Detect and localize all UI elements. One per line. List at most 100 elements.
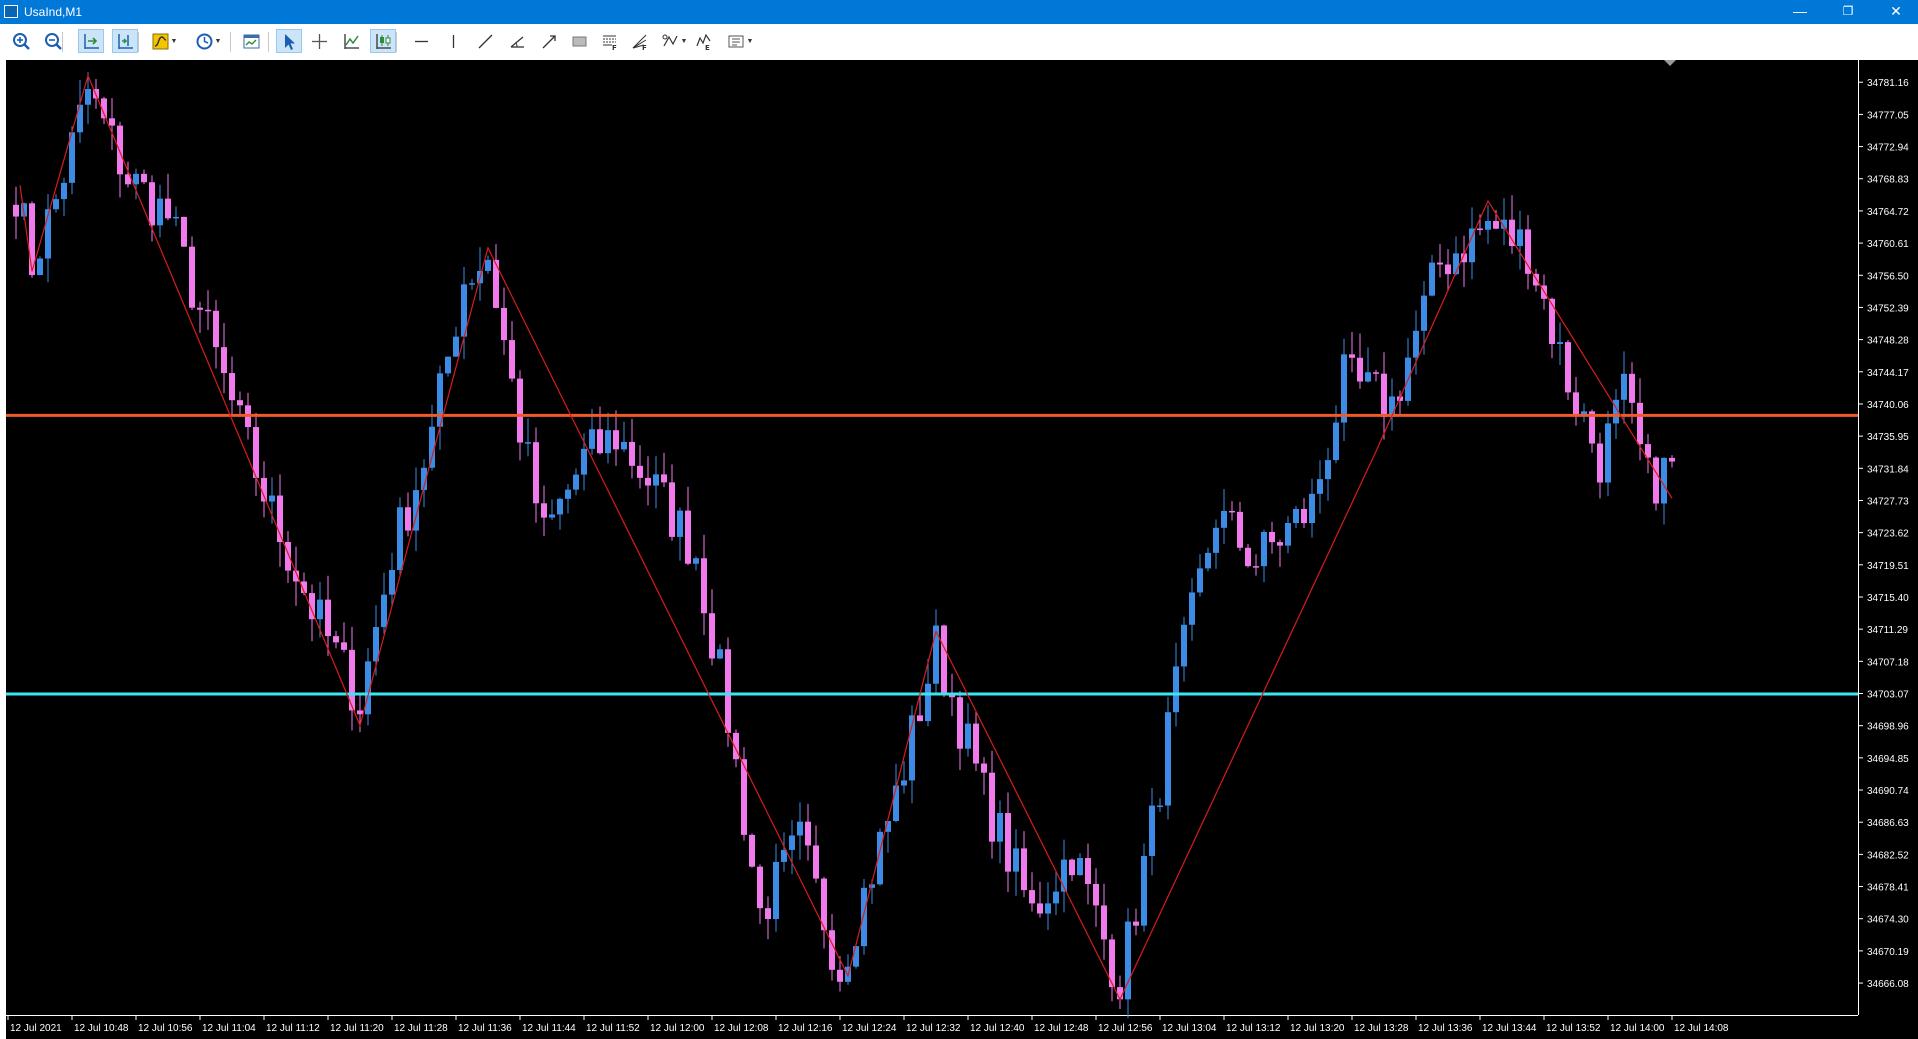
candle-body [221, 347, 227, 374]
objects-list-button[interactable]: ▼ [722, 29, 758, 53]
horizontal-line-icon [414, 40, 428, 42]
trend-line-button[interactable] [472, 29, 498, 53]
candle-body [1037, 903, 1043, 914]
candle-body [389, 569, 395, 595]
candle-body [1157, 805, 1163, 808]
candle [1141, 843, 1147, 932]
candle-body [453, 336, 459, 357]
candlesticks-button[interactable] [370, 29, 396, 53]
candle-body [1333, 422, 1339, 461]
minimize-button[interactable]: — [1778, 0, 1822, 24]
candle-body [1077, 858, 1083, 876]
time-tick-label: 12 Jul 12:00 [650, 1023, 705, 1034]
candle-body [1437, 262, 1443, 265]
candle-body [981, 763, 987, 773]
candle-body [1141, 855, 1147, 926]
dropdown-arrow-icon: ▼ [746, 37, 754, 45]
fibonacci-fan-icon: F [632, 34, 647, 51]
line-chart-button[interactable] [338, 29, 364, 53]
price-tick-label: 34670.19 [1867, 947, 1909, 958]
chart-area[interactable]: 34781.16 34777.05 34772.94 34768.83 34764.72… [0, 58, 1918, 1039]
indicators-button[interactable]: ▼ [146, 29, 182, 53]
autoscroll-button[interactable] [112, 29, 138, 53]
toolbar-separator [138, 32, 139, 52]
candle-body [1573, 392, 1579, 415]
price-tick-label: 34752.39 [1867, 303, 1909, 314]
time-tick-label: 12 Jul 13:20 [1290, 1023, 1345, 1034]
candle-body [213, 310, 219, 348]
time-tick-label: 12 Jul 13:28 [1354, 1023, 1409, 1034]
price-tick-label: 34756.50 [1867, 271, 1909, 282]
candle-body [549, 514, 555, 518]
candle-body [1117, 987, 1123, 1000]
price-tick-label: 34694.85 [1867, 754, 1909, 765]
candle [1165, 696, 1171, 820]
candle [181, 216, 187, 247]
templates-button[interactable] [238, 29, 264, 53]
crosshair-button[interactable] [306, 29, 332, 53]
cursor-button[interactable] [276, 29, 302, 53]
candle-body [541, 503, 547, 518]
zoom-in-button[interactable] [8, 29, 34, 53]
candle-body [1189, 592, 1195, 625]
autoscroll-icon [117, 33, 133, 49]
time-tick-label: 12 Jul 13:04 [1162, 1023, 1217, 1034]
time-tick-label: 12 Jul 2021 [10, 1023, 62, 1034]
angle-line-button[interactable] [504, 29, 530, 53]
candle-body [1557, 342, 1563, 345]
candle-body [621, 441, 627, 450]
time-tick-label: 12 Jul 14:08 [1674, 1023, 1729, 1034]
price-tick-label: 34731.84 [1867, 464, 1909, 475]
time-tick-label: 12 Jul 12:08 [714, 1023, 769, 1034]
candle-body [837, 969, 843, 982]
restore-button[interactable]: ❐ [1826, 0, 1870, 24]
candle-body [813, 845, 819, 879]
candle-body [397, 507, 403, 570]
candle-body [1317, 479, 1323, 494]
candle-body [565, 489, 571, 499]
vertical-line-button[interactable] [440, 29, 466, 53]
zoom-out-icon [44, 32, 62, 50]
fibonacci-retracement-button[interactable]: F [596, 29, 622, 53]
close-button[interactable]: ✕ [1874, 0, 1918, 24]
candle-body [1093, 883, 1099, 906]
candle-body [1229, 510, 1235, 513]
candle-body [357, 710, 363, 715]
fibonacci-fan-button[interactable]: F [626, 29, 652, 53]
chart-shift-button[interactable] [78, 29, 104, 53]
trend-line-icon [478, 34, 492, 48]
candle-body [693, 558, 699, 564]
candle-body [285, 541, 291, 571]
candlestick-chart[interactable]: 34781.16 34777.05 34772.94 34768.83 34764.72… [0, 58, 1918, 1039]
candle [861, 878, 867, 955]
candle-body [1053, 891, 1059, 904]
candle-body [197, 307, 203, 310]
svg-text:F: F [612, 44, 617, 51]
shapes-button[interactable]: ▼ [656, 29, 692, 53]
time-tick-label: 12 Jul 12:56 [1098, 1023, 1153, 1034]
candle-body [141, 173, 147, 183]
periods-clock-button[interactable]: ▼ [190, 29, 226, 53]
candle-body [1445, 264, 1451, 275]
time-tick-label: 12 Jul 12:48 [1034, 1023, 1089, 1034]
candle-body [901, 780, 907, 786]
candle-body [61, 182, 67, 200]
horizontal-line-button[interactable] [408, 29, 434, 53]
candle-body [1181, 624, 1187, 667]
candle-body [1301, 508, 1307, 524]
arrow-line-icon [542, 34, 556, 48]
candle-body [725, 649, 731, 733]
candle-body [1197, 568, 1203, 593]
price-tick-label: 34686.63 [1867, 818, 1909, 829]
dropdown-arrow-icon: ▼ [214, 37, 222, 45]
candle-body [1357, 357, 1363, 382]
elliott-waves-button[interactable]: E [690, 29, 716, 53]
rectangle-icon [572, 36, 586, 46]
rectangle-button[interactable] [566, 29, 592, 53]
price-tick-label: 34768.83 [1867, 175, 1909, 186]
zoom-out-button[interactable] [40, 29, 66, 53]
candle-body [613, 430, 619, 450]
svg-text:F: F [642, 44, 647, 51]
candle-body [1101, 905, 1107, 940]
arrow-line-button[interactable] [536, 29, 562, 53]
